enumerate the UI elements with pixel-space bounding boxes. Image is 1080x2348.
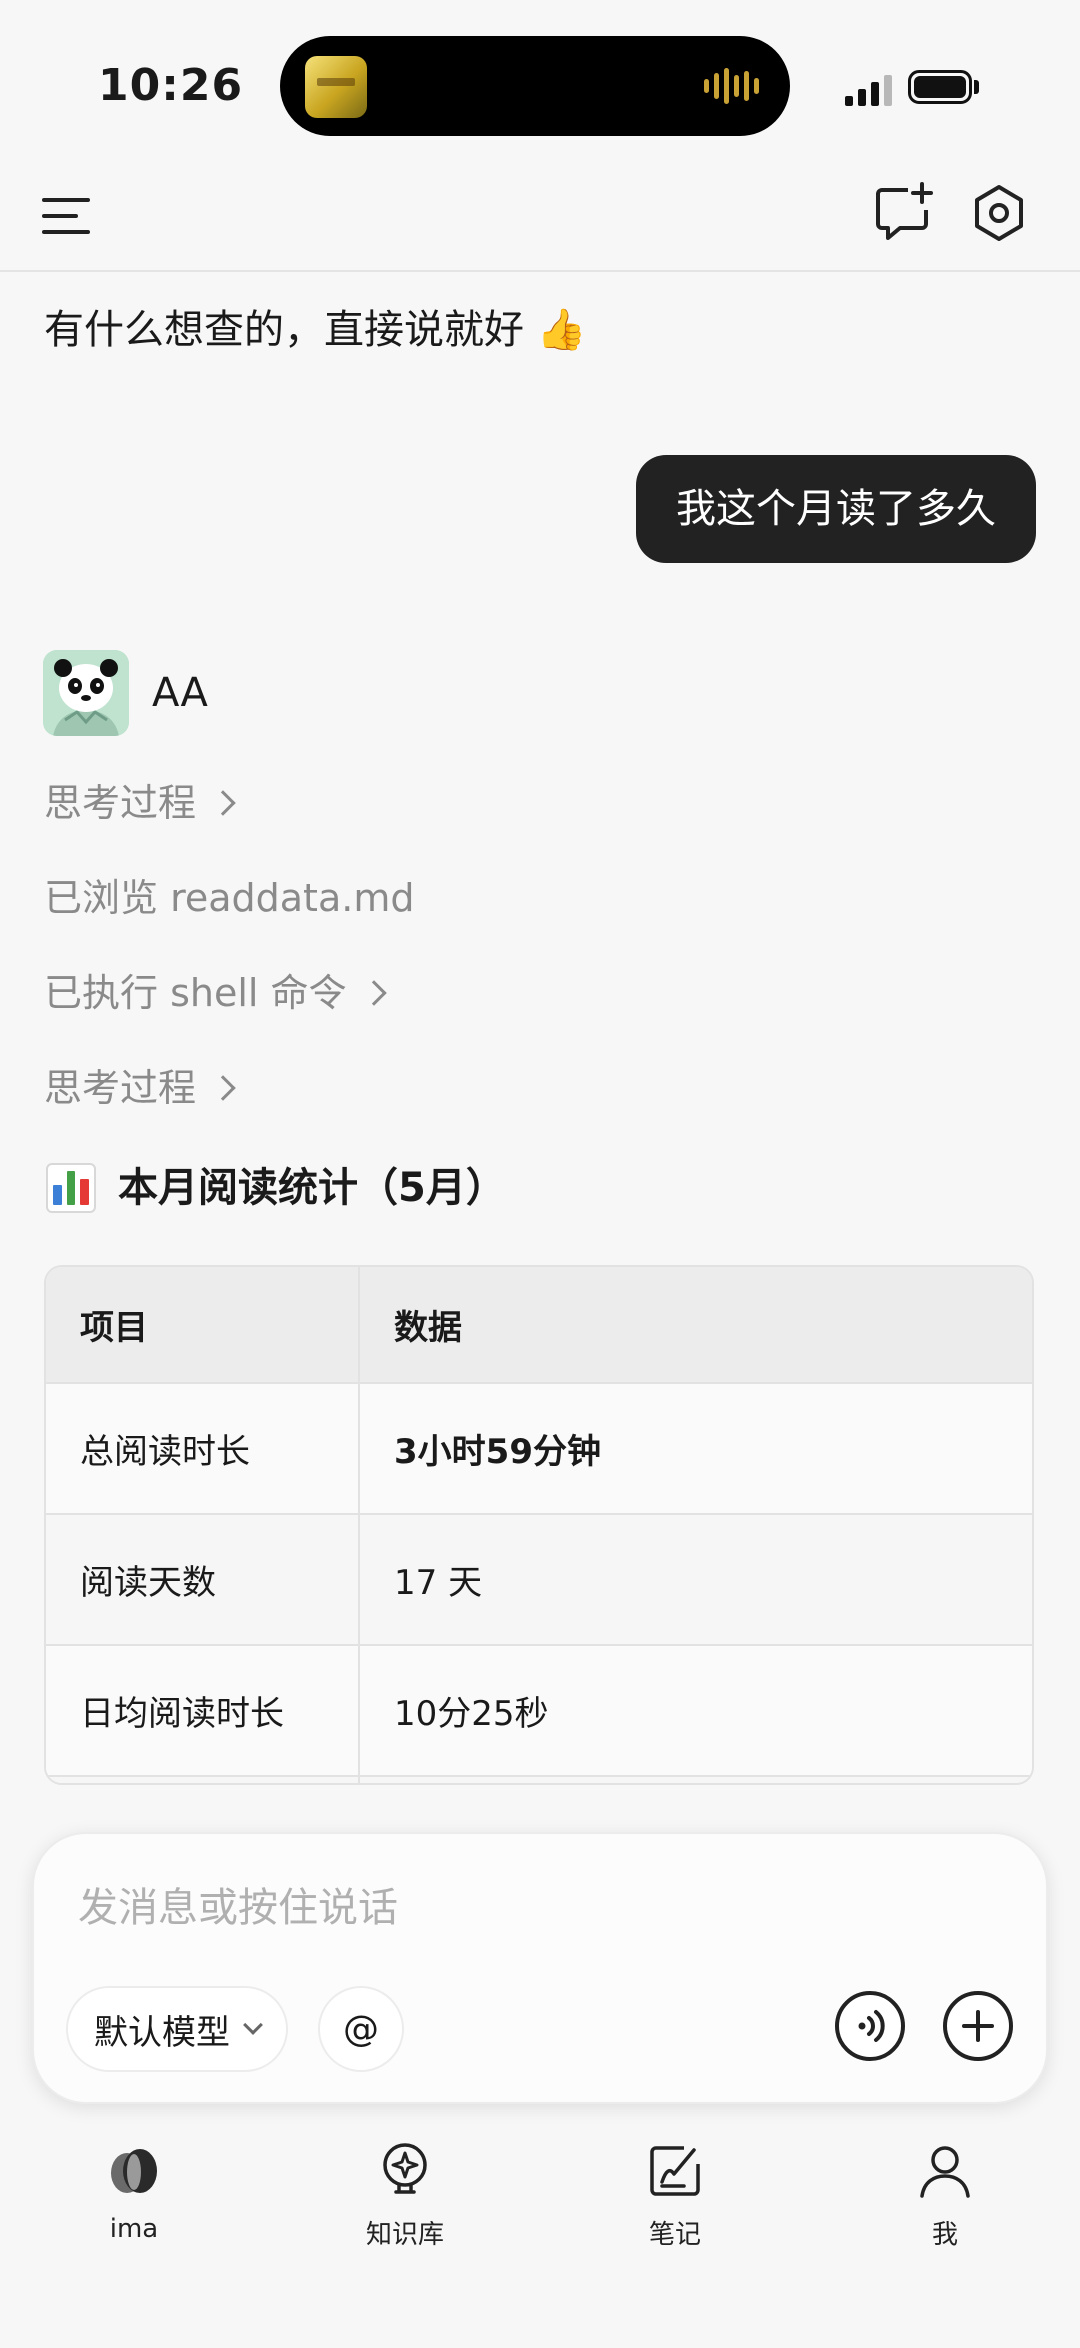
notes-icon	[650, 2146, 700, 2196]
nav-label: ima	[109, 2214, 159, 2244]
table-cell-item: 日均阅读时长	[46, 1646, 360, 1775]
dynamic-island[interactable]	[280, 36, 790, 136]
nav-item-knowledge-base[interactable]: 知识库	[315, 2140, 495, 2270]
cellular-signal-icon	[845, 70, 897, 106]
chevron-right-icon	[210, 790, 236, 816]
model-select-button[interactable]: 默认模型	[66, 1986, 288, 2072]
status-bar: 10:26	[0, 0, 1080, 160]
voice-icon[interactable]	[834, 1990, 906, 2062]
section-title-text: 本月阅读统计（5月）	[118, 1165, 506, 1211]
message-composer: 默认模型 @	[32, 1832, 1048, 2104]
browsed-file-step: 已浏览 readdata.md	[44, 870, 414, 926]
bottom-nav: ima 知识库 笔记 我	[0, 2130, 1080, 2290]
nav-label: 知识库	[365, 2220, 444, 2250]
table-header-cell: 数据	[394, 1308, 462, 1348]
new-chat-icon[interactable]	[872, 180, 936, 244]
chevron-right-icon	[210, 1075, 236, 1101]
ima-logo-icon	[111, 2149, 157, 2193]
battery-cap	[974, 80, 979, 94]
nav-label: 笔记	[648, 2220, 701, 2250]
assistant-name: AA	[152, 670, 208, 716]
battery-icon	[908, 70, 972, 104]
trace-label: 思考过程	[44, 781, 197, 825]
table-cell-value: 3小时59分钟	[394, 1432, 601, 1472]
chevron-down-icon	[243, 2015, 263, 2035]
chevron-right-icon	[360, 980, 387, 1006]
user-message-bubble: 我这个月读了多久	[636, 455, 1036, 563]
status-time: 10:26	[98, 60, 244, 111]
table-row: 日均阅读时长 10分25秒	[46, 1646, 1032, 1777]
audio-waveform-icon	[704, 66, 764, 106]
table-cell-value: 10分25秒	[394, 1694, 549, 1734]
table-row: 总阅读时长 3小时59分钟	[46, 1384, 1032, 1515]
reading-stats-table: 项目 数据 总阅读时长 3小时59分钟 阅读天数 17 天 日均阅读时长 10分…	[44, 1265, 1034, 1785]
table-row-partial	[46, 1777, 1032, 1783]
message-input[interactable]	[78, 1874, 978, 1942]
thinking-process-toggle[interactable]: 思考过程	[44, 1060, 236, 1116]
mention-button[interactable]: @	[318, 1986, 404, 2072]
assistant-greeting: 有什么想查的，直接说就好 👍	[44, 307, 587, 353]
table-cell-value	[360, 1777, 1032, 1783]
knowledge-base-icon	[383, 2143, 427, 2194]
table-header-cell: 项目	[46, 1267, 360, 1382]
now-playing-artwork	[305, 56, 367, 118]
nav-item-notes[interactable]: 笔记	[585, 2140, 765, 2270]
thinking-process-toggle[interactable]: 思考过程	[44, 775, 236, 831]
model-select-label: 默认模型	[94, 2012, 230, 2053]
table-header-row: 项目 数据	[46, 1267, 1032, 1384]
table-cell-item: 总阅读时长	[46, 1384, 360, 1513]
trace-label: 已执行 shell 命令	[44, 971, 347, 1015]
trace-label: 思考过程	[44, 1066, 197, 1110]
table-cell-item	[46, 1777, 360, 1783]
table-row: 阅读天数 17 天	[46, 1515, 1032, 1646]
bar-chart-emoji-icon	[46, 1163, 96, 1213]
nav-item-profile[interactable]: 我	[855, 2140, 1035, 2270]
table-cell-item: 阅读天数	[46, 1515, 360, 1644]
nav-item-ima[interactable]: ima	[44, 2140, 224, 2270]
nav-label: 我	[931, 2220, 958, 2250]
section-title: 本月阅读统计（5月）	[46, 1160, 506, 1216]
shell-command-toggle[interactable]: 已执行 shell 命令	[44, 965, 387, 1021]
settings-icon[interactable]	[968, 182, 1030, 244]
plus-icon[interactable]	[942, 1990, 1014, 2062]
table-cell-value: 17 天	[394, 1563, 483, 1603]
trace-label: 已浏览 readdata.md	[44, 876, 415, 920]
profile-icon	[920, 2146, 970, 2198]
panda-avatar	[43, 650, 129, 736]
app-header	[0, 160, 1080, 272]
menu-icon[interactable]	[38, 188, 94, 244]
